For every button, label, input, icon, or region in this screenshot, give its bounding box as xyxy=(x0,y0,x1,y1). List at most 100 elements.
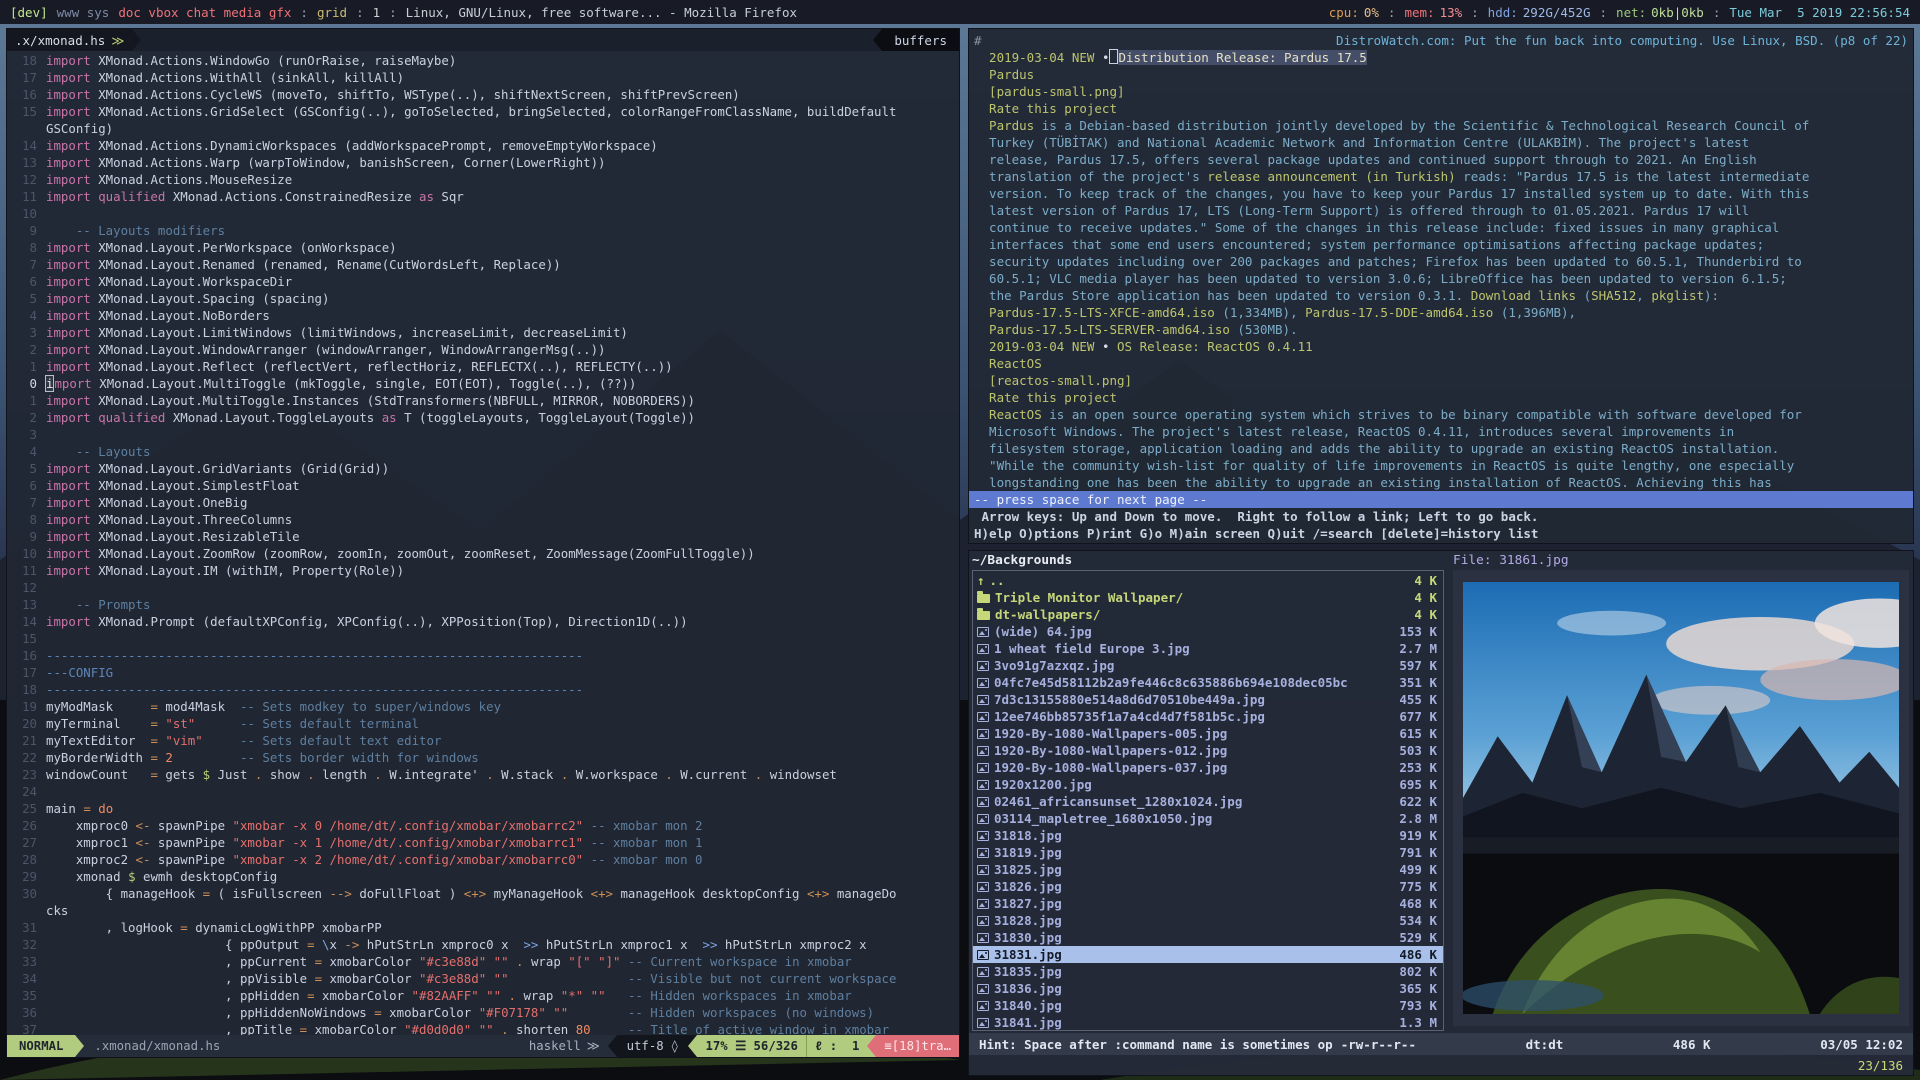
code-line[interactable]: 36 , ppHiddenNoWindows = xmobarColor "#F… xyxy=(7,1004,959,1021)
link[interactable]: [reactos-small.png] xyxy=(974,373,1132,388)
code-line[interactable]: 10import XMonad.Layout.ZoomRow (zoomRow,… xyxy=(7,545,959,562)
code-line[interactable]: 2import XMonad.Layout.WindowArranger (wi… xyxy=(7,341,959,358)
file-row[interactable]: 31840.jpg793 K xyxy=(973,997,1443,1014)
code-line[interactable]: 4import XMonad.Layout.NoBorders xyxy=(7,307,959,324)
link[interactable]: ReactOS xyxy=(974,407,1042,422)
code-line[interactable]: 15 xyxy=(7,630,959,647)
code-line[interactable]: 22myBorderWidth = 2 -- Sets border width… xyxy=(7,749,959,766)
code-line[interactable]: 14import XMonad.Prompt (defaultXPConfig,… xyxy=(7,613,959,630)
file-row[interactable]: 02461_africansunset_1280x1024.jpg622 K xyxy=(973,793,1443,810)
code-line[interactable]: 1import XMonad.Layout.Reflect (reflectVe… xyxy=(7,358,959,375)
link[interactable]: SHA512 xyxy=(1591,288,1636,303)
directory-row[interactable]: dt-wallpapers/4 K xyxy=(973,606,1443,623)
code-line[interactable]: 21myTextEditor = "vim" -- Sets default t… xyxy=(7,732,959,749)
link[interactable]: Pardus xyxy=(974,67,1034,82)
link[interactable]: Download links xyxy=(1471,288,1576,303)
file-row[interactable]: 1920x1200.jpg695 K xyxy=(973,776,1443,793)
code-line[interactable]: cks xyxy=(7,902,959,919)
code-area[interactable]: 18import XMonad.Actions.WindowGo (runOrR… xyxy=(7,51,959,1038)
file-row[interactable]: 31830.jpg529 K xyxy=(973,929,1443,946)
file-row[interactable]: 1920-By-1080-Wallpapers-005.jpg615 K xyxy=(973,725,1443,742)
code-line[interactable]: 18import XMonad.Actions.WindowGo (runOrR… xyxy=(7,52,959,69)
code-line[interactable]: 1import XMonad.Layout.MultiToggle.Instan… xyxy=(7,392,959,409)
link[interactable]: [pardus-small.png] xyxy=(974,84,1125,99)
workspace-current[interactable]: [dev] xyxy=(10,5,48,20)
code-line[interactable]: 31 , logHook = dynamicLogWithPP xmobarPP xyxy=(7,919,959,936)
link[interactable]: Pardus-17.5-LTS-XFCE-amd64.iso xyxy=(974,305,1215,320)
code-line[interactable]: 3 xyxy=(7,426,959,443)
code-line[interactable]: 7import XMonad.Layout.OneBig xyxy=(7,494,959,511)
file-row[interactable]: 31841.jpg1.3 M xyxy=(973,1014,1443,1031)
file-row[interactable]: 12ee746bb85735f1a7a4cd4d7f581b5c.jpg677 … xyxy=(973,708,1443,725)
code-line[interactable]: 8import XMonad.Layout.PerWorkspace (onWo… xyxy=(7,239,959,256)
file-list[interactable]: ↑..4 KTriple Monitor Wallpaper/4 Kdt-wal… xyxy=(972,570,1444,1031)
code-line[interactable]: 9 -- Layouts modifiers xyxy=(7,222,959,239)
code-line[interactable]: 26 xmproc0 <- spawnPipe "xmobar -x 0 /ho… xyxy=(7,817,959,834)
code-line[interactable]: 27 xmproc1 <- spawnPipe "xmobar -x 1 /ho… xyxy=(7,834,959,851)
link[interactable]: ReactOS xyxy=(974,356,1042,371)
code-line[interactable]: 17import XMonad.Actions.WithAll (sinkAll… xyxy=(7,69,959,86)
file-row[interactable]: 1920-By-1080-Wallpapers-037.jpg253 K xyxy=(973,759,1443,776)
code-line[interactable]: 25main = do xyxy=(7,800,959,817)
link[interactable]: 2019-03-04 NEW xyxy=(974,50,1102,65)
link[interactable]: 2019-03-04 NEW xyxy=(974,339,1102,354)
file-row[interactable]: 31818.jpg919 K xyxy=(973,827,1443,844)
file-row[interactable]: 03114_mapletree_1680x1050.jpg2.8 M xyxy=(973,810,1443,827)
link[interactable]: Distribution Release: Pardus 17.5 xyxy=(1118,50,1366,65)
tab-xmonad-hs[interactable]: .x/xmonad.hs ≫ xyxy=(7,29,132,51)
code-line[interactable]: 5import XMonad.Layout.GridVariants (Grid… xyxy=(7,460,959,477)
file-row[interactable]: (wide) 64.jpg153 K xyxy=(973,623,1443,640)
code-line[interactable]: 11import XMonad.Layout.IM (withIM, Prope… xyxy=(7,562,959,579)
code-line[interactable]: 19myModMask = mod4Mask -- Sets modkey to… xyxy=(7,698,959,715)
directory-row[interactable]: Triple Monitor Wallpaper/4 K xyxy=(973,589,1443,606)
link[interactable]: release announcement (in Turkish) xyxy=(1207,169,1455,184)
code-line[interactable]: 6import XMonad.Layout.SimplestFloat xyxy=(7,477,959,494)
code-line[interactable]: 35 , ppHidden = xmobarColor "#82AAFF" ""… xyxy=(7,987,959,1004)
code-line[interactable]: 0import XMonad.Layout.MultiToggle (mkTog… xyxy=(7,375,959,392)
link[interactable]: Pardus-17.5-LTS-SERVER-amd64.iso xyxy=(974,322,1230,337)
code-line[interactable]: 32 { ppOutput = \x -> hPutStrLn xmproc0 … xyxy=(7,936,959,953)
link[interactable]: Pardus xyxy=(974,118,1034,133)
code-line[interactable]: 17---CONFIG xyxy=(7,664,959,681)
toolbar-hash[interactable]: # xyxy=(974,32,982,49)
file-row[interactable]: 31826.jpg775 K xyxy=(973,878,1443,895)
file-row[interactable]: 7d3c13155880e514a8d6d70510be449a.jpg455 … xyxy=(973,691,1443,708)
code-line[interactable]: 7import XMonad.Layout.Renamed (renamed, … xyxy=(7,256,959,273)
file-row[interactable]: 31835.jpg802 K xyxy=(973,963,1443,980)
code-line[interactable]: 12import XMonad.Actions.MouseResize xyxy=(7,171,959,188)
code-line[interactable]: 10 xyxy=(7,205,959,222)
code-line[interactable]: 30 { manageHook = ( isFullscreen --> doF… xyxy=(7,885,959,902)
code-line[interactable]: 14import XMonad.Actions.DynamicWorkspace… xyxy=(7,137,959,154)
code-line[interactable]: 16import XMonad.Actions.CycleWS (moveTo,… xyxy=(7,86,959,103)
link[interactable]: pkglist xyxy=(1651,288,1704,303)
code-line[interactable]: 4 -- Layouts xyxy=(7,443,959,460)
workspaces-visible[interactable]: www sys xyxy=(57,5,110,20)
file-row[interactable]: 04fc7e45d58112b2a9fe446c8c635886b694e108… xyxy=(973,674,1443,691)
file-row[interactable]: 31836.jpg365 K xyxy=(973,980,1443,997)
code-line[interactable]: 8import XMonad.Layout.ThreeColumns xyxy=(7,511,959,528)
file-row[interactable]: 1 wheat field Europe 3.jpg2.7 M xyxy=(973,640,1443,657)
file-row[interactable]: 31827.jpg468 K xyxy=(973,895,1443,912)
code-line[interactable]: 18--------------------------------------… xyxy=(7,681,959,698)
file-row[interactable]: 31825.jpg499 K xyxy=(973,861,1443,878)
code-line[interactable]: 13import XMonad.Actions.Warp (warpToWind… xyxy=(7,154,959,171)
file-row[interactable]: 1920-By-1080-Wallpapers-012.jpg503 K xyxy=(973,742,1443,759)
code-line[interactable]: 23windowCount = gets $ Just . show . len… xyxy=(7,766,959,783)
file-row[interactable]: 3vo91g7azxqz.jpg597 K xyxy=(973,657,1443,674)
code-line[interactable]: 9import XMonad.Layout.ResizableTile xyxy=(7,528,959,545)
file-row[interactable]: 31828.jpg534 K xyxy=(973,912,1443,929)
link[interactable]: OS Release: ReactOS 0.4.11 xyxy=(1117,339,1313,354)
code-line[interactable]: 34 , ppVisible = xmobarColor "#c3e88d" "… xyxy=(7,970,959,987)
link[interactable]: Pardus-17.5-DDE-amd64.iso xyxy=(1305,305,1493,320)
code-line[interactable]: 3import XMonad.Layout.LimitWindows (limi… xyxy=(7,324,959,341)
code-line[interactable]: 11import qualified XMonad.Actions.Constr… xyxy=(7,188,959,205)
code-line[interactable]: 33 , ppCurrent = xmobarColor "#c3e88d" "… xyxy=(7,953,959,970)
code-line[interactable]: 29 xmonad $ ewmh desktopConfig xyxy=(7,868,959,885)
code-line[interactable]: 16--------------------------------------… xyxy=(7,647,959,664)
code-line[interactable]: 5import XMonad.Layout.Spacing (spacing) xyxy=(7,290,959,307)
code-line[interactable]: 13 -- Prompts xyxy=(7,596,959,613)
code-line[interactable]: 20myTerminal = "st" -- Sets default term… xyxy=(7,715,959,732)
link[interactable]: Rate this project xyxy=(974,390,1117,405)
code-line[interactable]: 15import XMonad.Actions.GridSelect (GSCo… xyxy=(7,103,959,120)
code-line[interactable]: 24 xyxy=(7,783,959,800)
